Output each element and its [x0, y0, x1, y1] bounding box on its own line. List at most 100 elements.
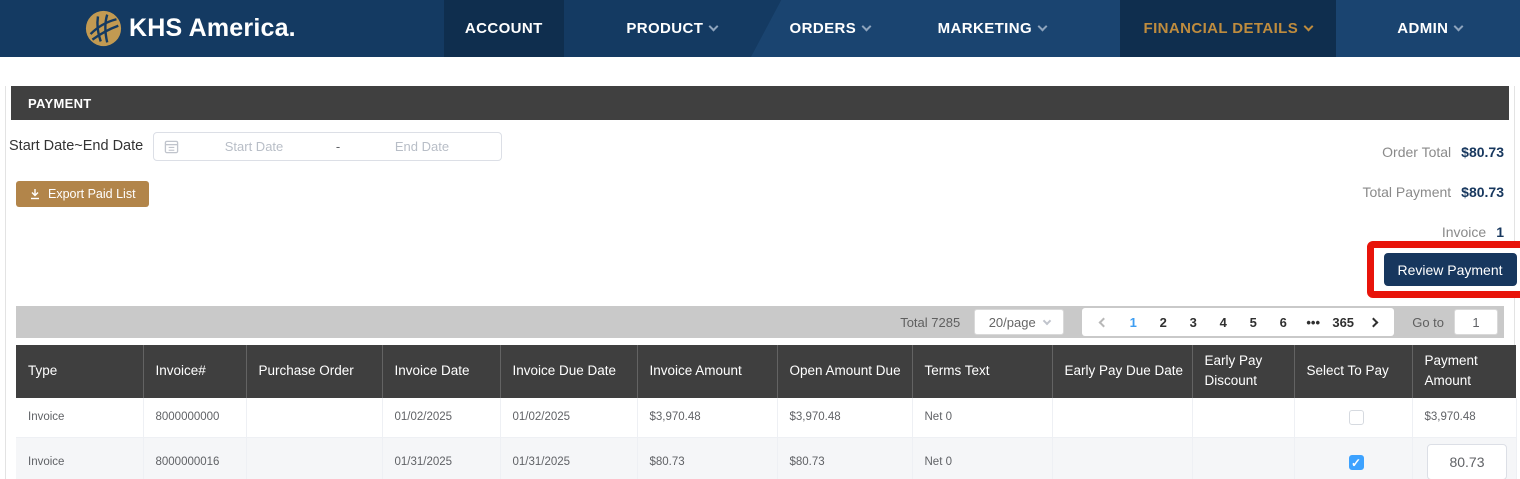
cell-select-to-pay — [1294, 397, 1413, 438]
total-payment-value: $80.73 — [1461, 184, 1504, 200]
download-icon — [31, 189, 39, 200]
cell-payment-amount — [1412, 437, 1517, 479]
chevron-down-icon — [708, 21, 719, 32]
col-select-to-pay: Select To Pay — [1294, 345, 1413, 398]
chevron-down-icon — [1037, 21, 1048, 32]
brand-title: KHS America. — [129, 14, 296, 42]
red-annotation-box: Review Payment — [1367, 241, 1520, 298]
goto-label: Go to — [1412, 314, 1444, 330]
export-button-label: Export Paid List — [48, 187, 136, 201]
date-range-separator: - — [335, 139, 341, 154]
date-filter-label: Start Date~End Date — [9, 138, 144, 154]
calendar-icon — [164, 139, 179, 154]
nav-item-product[interactable]: PRODUCT — [599, 0, 745, 57]
nav-label: ADMIN — [1397, 20, 1449, 37]
page-size-select[interactable]: 20/page — [974, 309, 1065, 335]
goto-page-input[interactable] — [1454, 309, 1498, 335]
cell-type: Invoice — [16, 397, 144, 438]
cell-terms-text: Net 0 — [912, 437, 1053, 479]
col-early-pay-discount: Early Pay Discount — [1192, 345, 1295, 398]
next-page-button[interactable] — [1358, 308, 1388, 336]
cell-invoice-no: 8000000000 — [143, 397, 247, 438]
cell-invoice-date: 01/31/2025 — [382, 437, 501, 479]
table-row: Invoice 8000000016 01/31/2025 01/31/2025… — [16, 437, 1517, 479]
order-total-value: $80.73 — [1461, 144, 1504, 160]
cell-payment-amount: $3,970.48 — [1412, 397, 1517, 438]
cell-early-pay-due-date — [1052, 437, 1193, 479]
cell-early-pay-discount — [1192, 397, 1295, 438]
col-terms-text: Terms Text — [912, 345, 1053, 398]
top-navigation: KHS America. ACCOUNT PRODUCT ORDERS MARK… — [0, 0, 1520, 57]
nav-menu: ACCOUNT PRODUCT ORDERS MARKETING FINANCI… — [443, 0, 1494, 57]
page-button-1[interactable]: 1 — [1118, 308, 1148, 336]
col-invoice-amount: Invoice Amount — [637, 345, 778, 398]
page-button-4[interactable]: 4 — [1208, 308, 1238, 336]
cell-invoice-date: 01/02/2025 — [382, 397, 501, 438]
col-early-pay-due-date: Early Pay Due Date — [1052, 345, 1193, 398]
nav-item-marketing[interactable]: MARKETING — [912, 0, 1072, 57]
invoice-table: Type Invoice# Purchase Order Invoice Dat… — [16, 345, 1517, 479]
start-date-input[interactable]: Start Date — [185, 139, 323, 154]
chevron-left-icon — [1098, 317, 1109, 327]
col-invoice-no: Invoice# — [143, 345, 247, 398]
nav-item-admin[interactable]: ADMIN — [1366, 0, 1494, 57]
chevron-down-icon — [1042, 316, 1051, 326]
date-range-picker[interactable]: Start Date - End Date — [153, 132, 502, 161]
cell-purchase-order — [246, 437, 383, 479]
payment-amount-input[interactable] — [1427, 444, 1507, 479]
nav-label: FINANCIAL DETAILS — [1143, 20, 1299, 37]
col-invoice-due-date: Invoice Due Date — [500, 345, 638, 398]
cell-open-amount-due: $80.73 — [777, 437, 913, 479]
pagination-bar: Total 7285 20/page 1 2 3 4 5 6 ••• 365 G… — [16, 306, 1504, 338]
cell-early-pay-due-date — [1052, 397, 1193, 438]
cell-invoice-amount: $3,970.48 — [637, 397, 778, 438]
page-button-3[interactable]: 3 — [1178, 308, 1208, 336]
prev-page-button[interactable] — [1088, 308, 1118, 336]
table-row: Invoice 8000000000 01/02/2025 01/02/2025… — [16, 397, 1517, 438]
payment-panel: PAYMENT Start Date~End Date Start Date -… — [5, 86, 1520, 479]
cell-invoice-no: 8000000016 — [143, 437, 247, 479]
nav-item-account[interactable]: ACCOUNT — [443, 0, 564, 57]
end-date-input[interactable]: End Date — [353, 139, 491, 154]
col-type: Type — [16, 345, 144, 398]
pager: 1 2 3 4 5 6 ••• 365 — [1082, 308, 1395, 336]
nav-label: MARKETING — [937, 20, 1033, 37]
cell-invoice-due-date: 01/02/2025 — [500, 397, 638, 438]
invoice-count-value: 1 — [1496, 224, 1504, 240]
table-header-row: Type Invoice# Purchase Order Invoice Dat… — [16, 345, 1516, 398]
chevron-down-icon — [1453, 21, 1464, 32]
page-button-6[interactable]: 6 — [1268, 308, 1298, 336]
col-open-amount-due: Open Amount Due — [777, 345, 913, 398]
chevron-right-icon — [1368, 317, 1379, 327]
payment-section-title: PAYMENT — [28, 95, 92, 111]
invoice-count-label: Invoice — [1441, 224, 1487, 240]
select-to-pay-checkbox[interactable] — [1348, 409, 1364, 425]
order-total-label: Order Total — [1382, 144, 1452, 160]
col-invoice-date: Invoice Date — [382, 345, 501, 398]
invoice-count-row: Invoice 1 — [1184, 224, 1504, 240]
brand-logo-group[interactable]: KHS America. — [85, 10, 296, 47]
cell-purchase-order — [246, 397, 383, 438]
page-size-value: 20/page — [988, 314, 1036, 330]
cell-invoice-amount: $80.73 — [637, 437, 778, 479]
pagination-total: Total 7285 — [900, 314, 961, 330]
nav-label: PRODUCT — [626, 20, 704, 37]
page-button-365[interactable]: 365 — [1328, 308, 1358, 336]
order-total-row: Order Total $80.73 — [1184, 144, 1504, 160]
cell-select-to-pay: ✓ — [1294, 437, 1413, 479]
cell-invoice-due-date: 01/31/2025 — [500, 437, 638, 479]
page-button-2[interactable]: 2 — [1148, 308, 1178, 336]
page-ellipsis[interactable]: ••• — [1298, 308, 1328, 336]
nav-label: ORDERS — [789, 20, 857, 37]
cell-early-pay-discount — [1192, 437, 1295, 479]
select-to-pay-checkbox[interactable]: ✓ — [1348, 454, 1364, 470]
review-payment-button[interactable]: Review Payment — [1383, 253, 1517, 286]
nav-label: ACCOUNT — [464, 20, 543, 37]
khs-globe-logo-icon — [85, 10, 122, 47]
page-button-5[interactable]: 5 — [1238, 308, 1268, 336]
nav-item-orders[interactable]: ORDERS — [760, 0, 900, 57]
cell-terms-text: Net 0 — [912, 397, 1053, 438]
nav-item-financial-details[interactable]: FINANCIAL DETAILS — [1119, 0, 1336, 57]
export-paid-list-button[interactable]: Export Paid List — [16, 181, 149, 207]
total-payment-row: Total Payment $80.73 — [1184, 184, 1504, 200]
